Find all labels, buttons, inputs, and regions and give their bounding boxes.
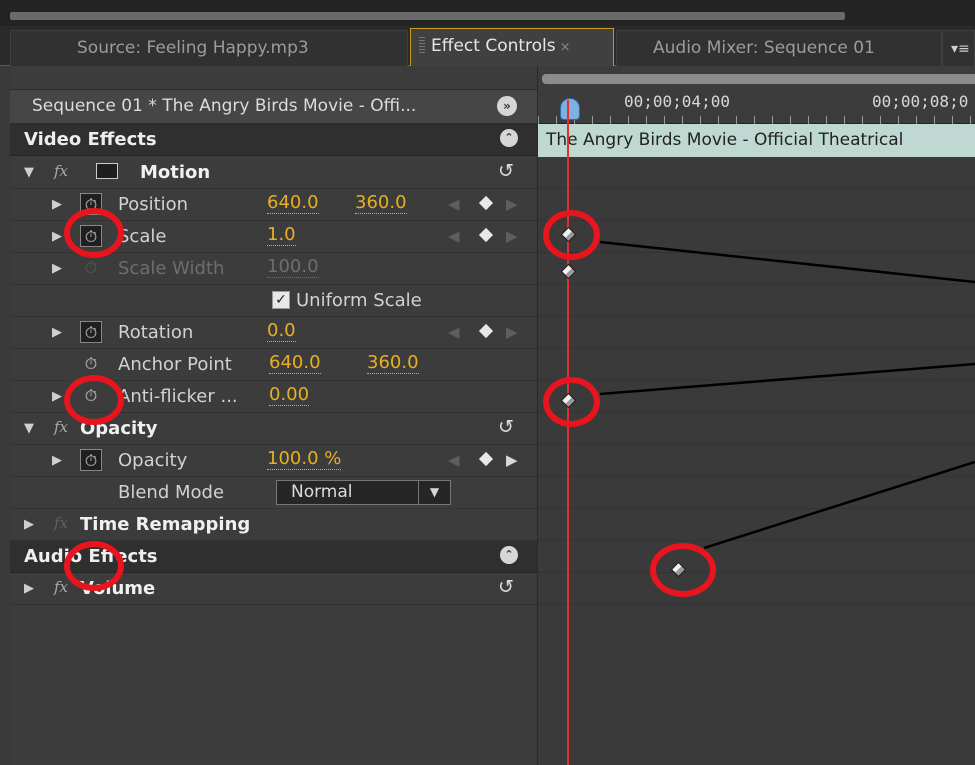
callout-line: [599, 362, 975, 396]
callout-lines: [599, 240, 975, 550]
callout-line: [703, 460, 975, 550]
callout-line: [599, 240, 975, 284]
